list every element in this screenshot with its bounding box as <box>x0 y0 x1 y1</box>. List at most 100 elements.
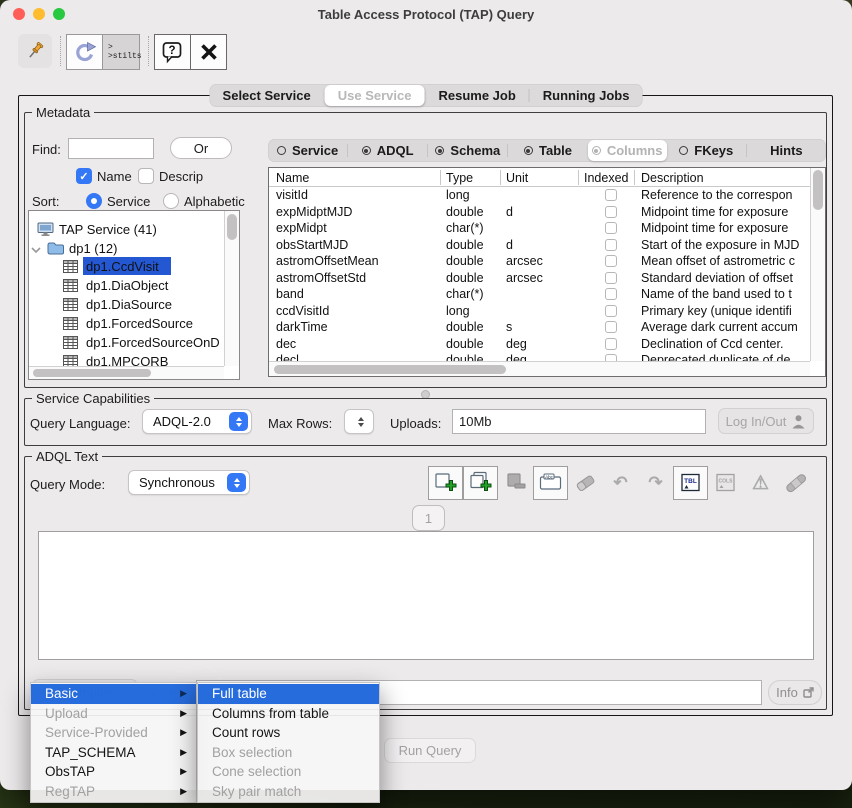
tree-horizontal-scrollbar[interactable] <box>29 366 224 379</box>
adql-text-area[interactable] <box>38 531 814 660</box>
indexed-checkbox[interactable] <box>605 338 617 350</box>
indexed-checkbox[interactable] <box>605 206 617 218</box>
view-tab-columns[interactable]: Columns <box>588 140 667 161</box>
indexed-checkbox[interactable] <box>605 272 617 284</box>
tab-select-service[interactable]: Select Service <box>210 84 324 107</box>
insert-columns-icon: COLS <box>713 470 739 496</box>
indexed-checkbox[interactable] <box>605 222 617 234</box>
radio-filled-icon <box>435 146 444 155</box>
cell-name[interactable]: expMidptMJD <box>276 205 436 219</box>
cell-name[interactable]: band <box>276 287 436 301</box>
view-tab-hints[interactable]: Hints <box>747 139 826 162</box>
tree-item-diasource[interactable]: dp1.DiaSource <box>86 297 172 312</box>
column-header-type[interactable]: Type <box>446 171 473 185</box>
run-query-button[interactable]: Run Query <box>384 738 476 763</box>
column-header-name[interactable]: Name <box>276 171 309 185</box>
tree-item-diaobject[interactable]: dp1.DiaObject <box>86 278 168 293</box>
copy-tab-button[interactable] <box>463 466 498 500</box>
tree-vertical-scrollbar[interactable] <box>224 211 239 366</box>
indexed-checkbox[interactable] <box>605 321 617 333</box>
tree-item-forcedsourceond[interactable]: dp1.ForcedSourceOnD <box>86 335 224 350</box>
cell-name[interactable]: expMidpt <box>276 221 436 235</box>
window-title: Table Access Protocol (TAP) Query <box>0 7 852 22</box>
column-header-description[interactable]: Description <box>641 171 704 185</box>
rename-tab-button[interactable]: Abc <box>533 466 568 500</box>
info-button[interactable]: Info <box>768 680 822 705</box>
query-mode-select[interactable]: Synchronous <box>128 470 250 495</box>
name-checkbox[interactable]: ✓ <box>76 168 92 184</box>
indexed-checkbox[interactable] <box>605 288 617 300</box>
tab-running-jobs[interactable]: Running Jobs <box>530 84 643 107</box>
svg-text:Abc: Abc <box>545 475 554 480</box>
menu-item-columns-from-table[interactable]: Columns from table <box>198 704 379 724</box>
reload-button[interactable] <box>66 34 103 70</box>
indexed-checkbox[interactable] <box>605 239 617 251</box>
cell-name[interactable]: dec <box>276 337 436 351</box>
uploads-label: Uploads: <box>390 416 441 431</box>
stilts-button[interactable]: > >stilts <box>102 34 140 70</box>
uploads-field[interactable] <box>452 409 706 434</box>
find-input[interactable] <box>68 138 154 159</box>
table-icon <box>63 260 78 273</box>
metadata-panel-title: Metadata <box>32 105 94 120</box>
query-tab-1[interactable]: 1 <box>412 505 445 531</box>
tree-item-dp1[interactable]: dp1 (12) <box>69 241 117 256</box>
menu-item-obstap[interactable]: ObsTAP▶ <box>31 762 196 782</box>
find-label: Find: <box>32 142 61 157</box>
cell-name[interactable]: obsStartMJD <box>276 238 436 252</box>
cell-name[interactable]: astromOffsetStd <box>276 271 436 285</box>
radio-filled-icon <box>362 146 371 155</box>
close-dialog-button[interactable] <box>190 34 227 70</box>
cell-name[interactable]: ccdVisitId <box>276 304 436 318</box>
login-button[interactable]: Log In/Out <box>718 408 814 434</box>
radio-empty-icon <box>679 146 688 155</box>
tree-item-ccdvisit[interactable]: dp1.CcdVisit <box>86 259 159 274</box>
menu-item-tap-schema[interactable]: TAP_SCHEMA▶ <box>31 743 196 763</box>
table-horizontal-scrollbar[interactable] <box>269 361 810 376</box>
tab-resume-job[interactable]: Resume Job <box>425 84 528 107</box>
tree-item-forcedsource[interactable]: dp1.ForcedSource <box>86 316 193 331</box>
view-tab-table[interactable]: Table <box>508 139 587 162</box>
menu-item-full-table[interactable]: Full table <box>198 684 379 704</box>
view-tab-adql[interactable]: ADQL <box>348 139 427 162</box>
basic-submenu: Full table Columns from table Count rows… <box>197 682 380 803</box>
cell-name[interactable]: darkTime <box>276 320 436 334</box>
svg-text:COLS: COLS <box>718 479 733 485</box>
help-icon: ? <box>161 41 184 64</box>
view-tab-schema[interactable]: Schema <box>428 139 507 162</box>
chevron-down-icon[interactable] <box>31 246 41 254</box>
view-tab-fkeys[interactable]: FKeys <box>667 139 746 162</box>
submenu-arrow-icon: ▶ <box>180 708 187 719</box>
table-icon <box>63 336 78 349</box>
undo-button: ↶ <box>603 466 638 500</box>
query-language-select[interactable]: ADQL-2.0 <box>142 409 252 434</box>
indexed-checkbox[interactable] <box>605 189 617 201</box>
help-button[interactable]: ? <box>154 34 191 70</box>
descrip-checkbox[interactable] <box>138 168 154 184</box>
tab-use-service[interactable]: Use Service <box>325 85 425 106</box>
cell-name[interactable]: visitId <box>276 188 436 202</box>
remove-tab-icon <box>503 470 529 496</box>
indexed-checkbox[interactable] <box>605 255 617 267</box>
dropdown-stepper-icon <box>227 473 246 492</box>
indexed-checkbox[interactable] <box>605 305 617 317</box>
tree-item-tap-service[interactable]: TAP Service (41) <box>59 222 157 237</box>
cell-name[interactable]: astromOffsetMean <box>276 254 436 268</box>
column-header-indexed[interactable]: Indexed <box>584 171 628 185</box>
sort-alphabetic-radio[interactable] <box>163 193 179 209</box>
table-vertical-scrollbar[interactable] <box>810 168 825 361</box>
menu-item-basic[interactable]: Basic▶ <box>31 684 196 704</box>
column-header-unit[interactable]: Unit <box>506 171 528 185</box>
pin-window-button[interactable] <box>18 34 52 68</box>
sort-service-radio[interactable] <box>86 193 102 209</box>
table-icon <box>63 279 78 292</box>
insert-table-name-button[interactable]: TBL <box>673 466 708 500</box>
view-tab-service[interactable]: Service <box>268 139 347 162</box>
menu-item-count-rows[interactable]: Count rows <box>198 723 379 743</box>
external-link-icon <box>803 687 814 698</box>
main-tab-bar: Select Service Use Service Resume Job Ru… <box>210 84 643 107</box>
add-tab-button[interactable] <box>428 466 463 500</box>
max-rows-select[interactable] <box>344 409 374 434</box>
or-button[interactable]: Or <box>170 137 232 159</box>
service-icon <box>37 222 54 237</box>
